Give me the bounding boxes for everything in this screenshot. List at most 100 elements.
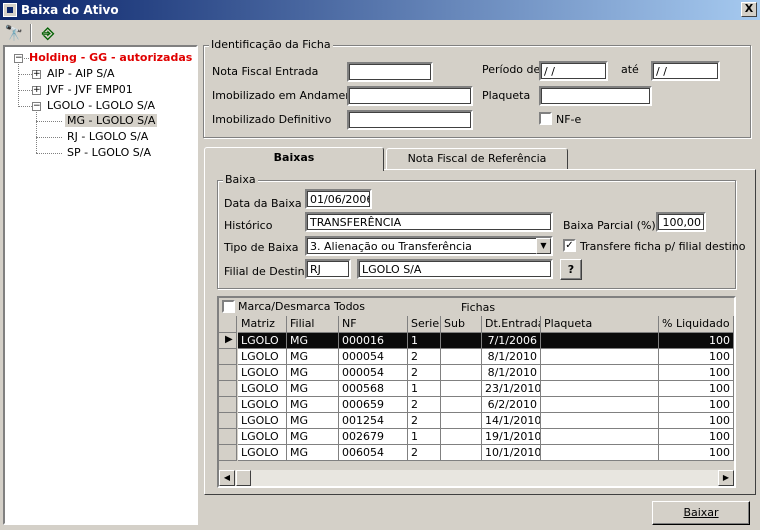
grid-cell[interactable]: 19/1/2010 [482, 429, 541, 445]
grid-cell[interactable] [441, 445, 482, 461]
grid-cell[interactable]: MG [287, 333, 339, 349]
row-indicator[interactable]: ▶ [219, 333, 237, 349]
periodo-ate-input[interactable]: / / [651, 61, 720, 81]
filial-code-input[interactable]: RJ [305, 259, 351, 279]
filial-help-button[interactable]: ? [560, 259, 582, 280]
chevron-down-icon[interactable]: ▼ [536, 238, 551, 254]
periodo-de-input[interactable]: / / [539, 61, 608, 81]
grid-cell[interactable] [541, 445, 659, 461]
tree-node-sp[interactable]: SP - LGOLO S/A [67, 146, 151, 159]
grid-cell[interactable] [541, 413, 659, 429]
column-header[interactable]: NF [339, 316, 408, 333]
grid-cell[interactable]: 100 [659, 413, 734, 429]
column-header[interactable]: Matriz [238, 316, 287, 333]
grid-cell[interactable]: LGOLO [238, 397, 287, 413]
grid-cell[interactable]: MG [287, 381, 339, 397]
baixar-button[interactable]: Baixar [652, 501, 750, 525]
grid-cell[interactable]: 2 [408, 397, 441, 413]
binoculars-icon[interactable]: 🔭 [2, 23, 26, 43]
grid-cell[interactable]: 10/1/2010 [482, 445, 541, 461]
grid-cell[interactable]: 2 [408, 365, 441, 381]
tree-node-rj[interactable]: RJ - LGOLO S/A [67, 130, 148, 143]
row-indicator[interactable] [219, 381, 237, 397]
row-indicator[interactable] [219, 349, 237, 365]
row-indicator[interactable] [219, 429, 237, 445]
grid-cell[interactable]: MG [287, 349, 339, 365]
grid-cell[interactable]: 7/1/2006 [482, 333, 541, 349]
scroll-left-icon[interactable]: ◀ [219, 470, 235, 486]
nfe-checkbox[interactable] [539, 112, 552, 125]
grid-cell[interactable]: MG [287, 397, 339, 413]
grid-cell[interactable]: 100 [659, 381, 734, 397]
plaqueta-input[interactable] [539, 86, 652, 106]
column-header[interactable]: Dt.Entrada [482, 316, 541, 333]
grid-cell[interactable]: MG [287, 413, 339, 429]
grid-cell[interactable] [441, 365, 482, 381]
row-indicator[interactable] [219, 445, 237, 461]
row-indicator[interactable] [219, 365, 237, 381]
grid-cell[interactable] [541, 349, 659, 365]
tipo-baixa-select[interactable]: 3. Alienação ou Transferência ▼ [305, 236, 553, 256]
grid-cell[interactable] [541, 333, 659, 349]
column-header[interactable]: Sub [441, 316, 482, 333]
row-indicator[interactable] [219, 397, 237, 413]
grid-cell[interactable]: 100 [659, 445, 734, 461]
tree-node-lgolo[interactable]: LGOLO - LGOLO S/A [47, 99, 155, 112]
grid-cell[interactable]: 100 [659, 365, 734, 381]
tab-nota-fiscal-referencia[interactable]: Nota Fiscal de Referência [386, 148, 568, 170]
grid-cell[interactable]: MG [287, 429, 339, 445]
nf-entrada-input[interactable] [347, 62, 433, 82]
grid-cell[interactable] [441, 333, 482, 349]
grid-cell[interactable] [441, 413, 482, 429]
grid-cell[interactable] [541, 365, 659, 381]
grid-cell[interactable]: MG [287, 445, 339, 461]
grid-cell[interactable] [441, 397, 482, 413]
grid-cell[interactable]: 000659 [339, 397, 408, 413]
column-header[interactable]: Filial [287, 316, 339, 333]
grid-cell[interactable]: 6/2/2010 [482, 397, 541, 413]
tree-node-aip[interactable]: AIP - AIP S/A [47, 67, 114, 80]
tree-node-jvf[interactable]: JVF - JVF EMP01 [47, 83, 133, 96]
grid-cell[interactable] [541, 429, 659, 445]
grid-cell[interactable]: 000568 [339, 381, 408, 397]
grid-cell[interactable]: 000054 [339, 365, 408, 381]
grid-cell[interactable]: 006054 [339, 445, 408, 461]
grid-cell[interactable] [541, 397, 659, 413]
tree-expander-lgolo[interactable]: − [32, 102, 41, 111]
grid-cell[interactable] [441, 381, 482, 397]
grid-cell[interactable]: 14/1/2010 [482, 413, 541, 429]
grid-cell[interactable] [441, 429, 482, 445]
grid-cell[interactable]: 002679 [339, 429, 408, 445]
grid-cell[interactable] [541, 381, 659, 397]
row-indicator[interactable] [219, 413, 237, 429]
grid-cell[interactable]: LGOLO [238, 413, 287, 429]
grid-cell[interactable] [441, 349, 482, 365]
grid-cell[interactable]: 000016 [339, 333, 408, 349]
grid-cell[interactable]: 100 [659, 349, 734, 365]
grid-cell[interactable]: MG [287, 365, 339, 381]
grid-cell[interactable]: LGOLO [238, 381, 287, 397]
transfere-checkbox[interactable]: ✓ [563, 239, 576, 252]
grid-cell[interactable]: 1 [408, 381, 441, 397]
exit-door-icon[interactable]: ⎆ [36, 23, 60, 43]
definitivo-input[interactable] [347, 110, 473, 130]
column-header[interactable]: % Liquidado [659, 316, 734, 333]
tree-expander-aip[interactable]: + [32, 70, 41, 79]
company-tree[interactable]: − Holding - GG - autorizadas + AIP - AIP… [3, 45, 198, 525]
grid-cell[interactable]: 001254 [339, 413, 408, 429]
tree-node-mg[interactable]: MG - LGOLO S/A [65, 114, 158, 127]
grid-cell[interactable]: 100 [659, 397, 734, 413]
grid-cell[interactable]: 000054 [339, 349, 408, 365]
column-header[interactable]: Serie [408, 316, 441, 333]
historico-input[interactable]: TRANSFERÊNCIA [305, 212, 553, 232]
grid-cell[interactable]: 2 [408, 445, 441, 461]
grid-horizontal-scrollbar[interactable]: ◀ ▶ [219, 470, 734, 486]
data-baixa-input[interactable]: 01/06/2006 [305, 189, 372, 209]
grid-cell[interactable]: 8/1/2010 [482, 365, 541, 381]
tab-baixas[interactable]: Baixas [204, 147, 384, 171]
grid-cell[interactable]: LGOLO [238, 445, 287, 461]
grid-cell[interactable]: 1 [408, 429, 441, 445]
grid-cell[interactable]: LGOLO [238, 429, 287, 445]
column-header[interactable]: Plaqueta [541, 316, 659, 333]
grid-cell[interactable]: 23/1/2010 [482, 381, 541, 397]
